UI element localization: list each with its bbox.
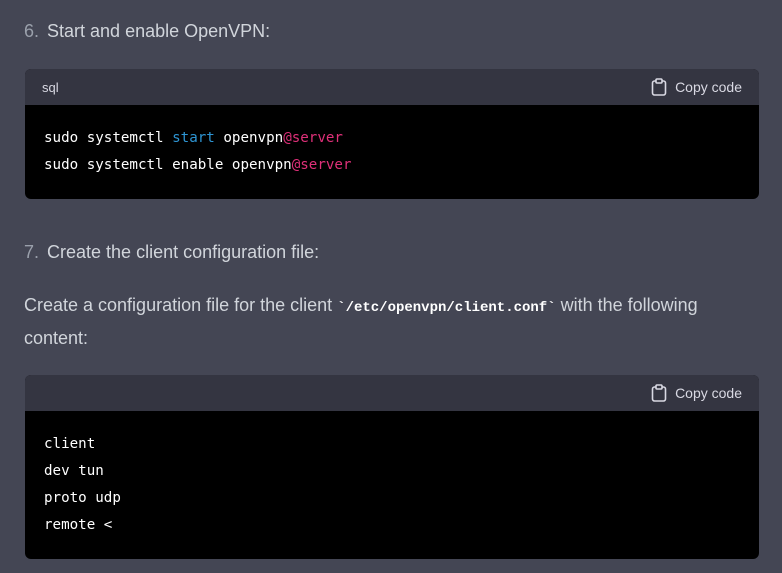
step-7-heading: 7. Create the client configuration file: [24, 239, 319, 265]
code-block-sql: sql Copy code sudo systemctl start openv… [25, 69, 759, 199]
code-line: sudo systemctl start openvpn@server [44, 130, 343, 146]
clipboard-icon [651, 78, 667, 96]
code-line: proto udp [44, 490, 121, 506]
code-language-label: sql [42, 79, 59, 95]
code-line: dev tun [44, 463, 104, 479]
code-content: client dev tun proto udp remote < [25, 411, 759, 559]
copy-code-label: Copy code [675, 385, 742, 401]
code-block-header: Copy code [25, 375, 759, 411]
inline-code-path: `/etc/openvpn/client.conf` [337, 300, 556, 316]
code-content: sudo systemctl start openvpn@server sudo … [25, 105, 759, 199]
keyword-token: start [172, 130, 215, 146]
step-number: 7. [24, 242, 40, 262]
instruction-paragraph: Create a configuration file for the clie… [24, 295, 698, 348]
code-block-header: sql Copy code [25, 69, 759, 105]
step-number: 6. [24, 21, 40, 41]
step-text: Create the client configuration file: [47, 242, 320, 262]
code-line: remote < [44, 517, 113, 533]
copy-code-label: Copy code [675, 79, 742, 95]
step-6-heading: 6. Start and enable OpenVPN: [24, 18, 270, 44]
clipboard-icon [651, 384, 667, 402]
code-block-client-conf: Copy code client dev tun proto udp remote < [25, 375, 759, 559]
copy-code-button[interactable]: Copy code [651, 384, 742, 402]
code-line: client [44, 436, 96, 452]
copy-code-button[interactable]: Copy code [651, 78, 742, 96]
code-line: sudo systemctl enable openvpn@server [44, 157, 352, 173]
variable-token: @server [283, 130, 343, 146]
variable-token: @server [291, 157, 352, 173]
step-text: Start and enable OpenVPN: [47, 21, 271, 41]
